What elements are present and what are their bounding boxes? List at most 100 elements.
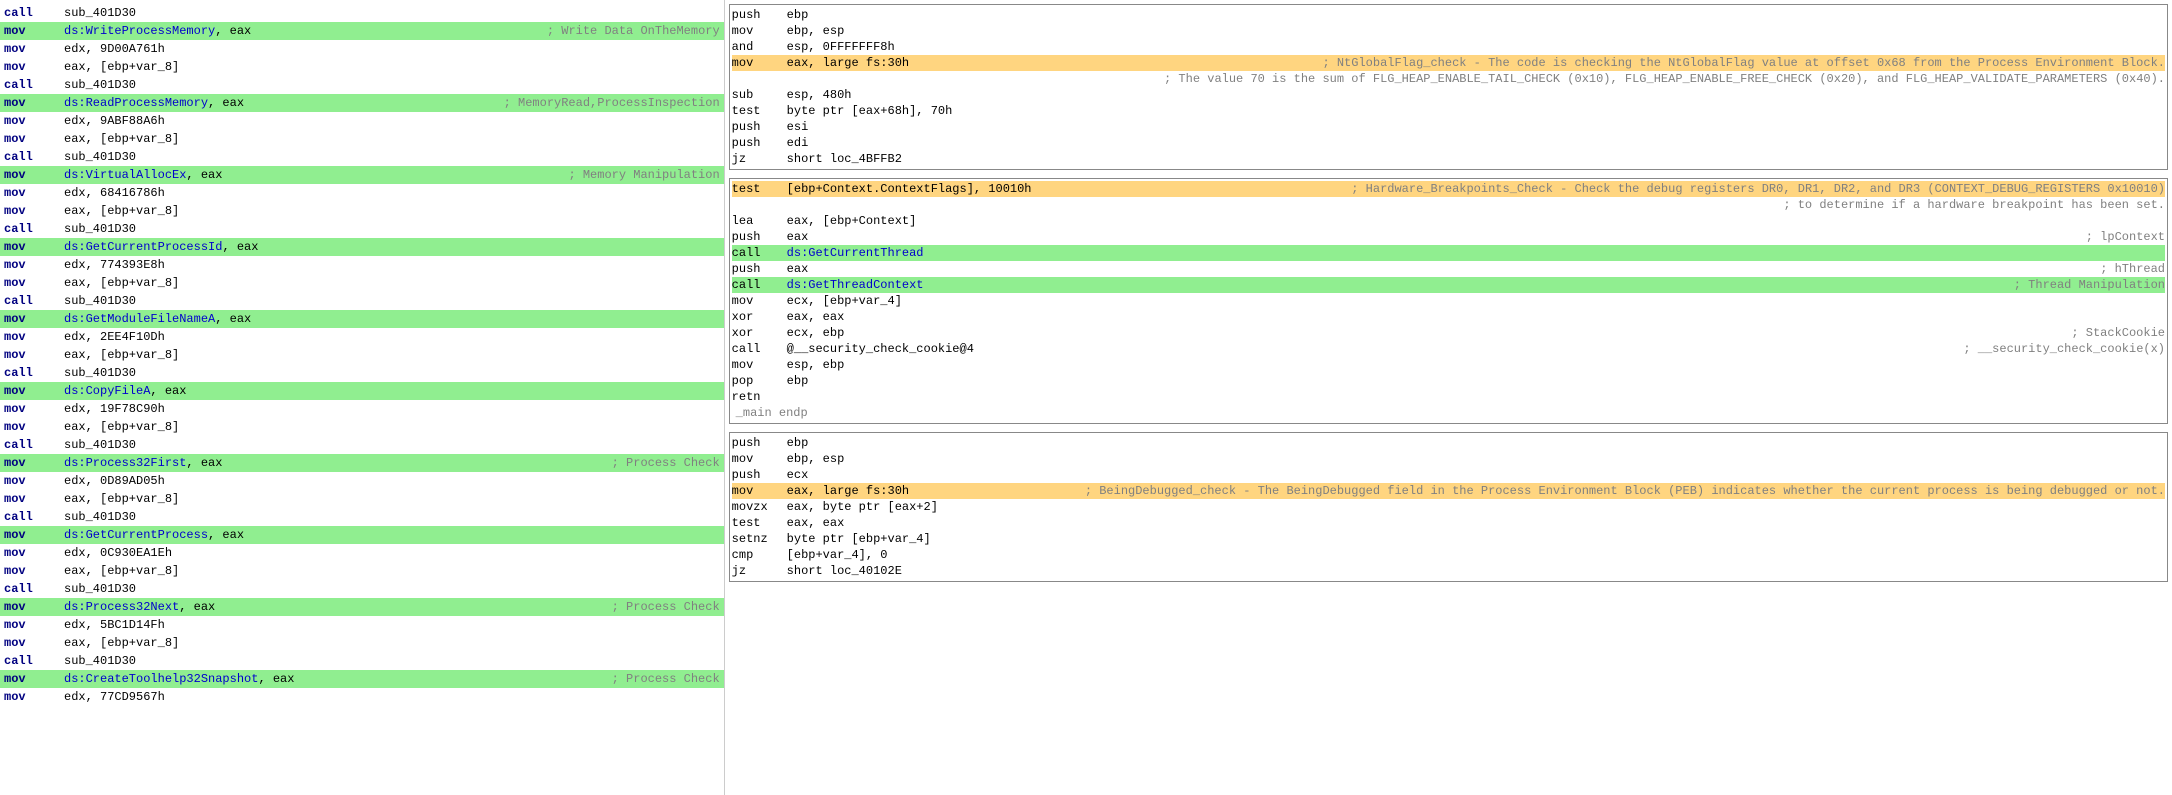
code-line: xorecx, ebp; StackCookie [732, 325, 2165, 341]
code-line: pusheax; lpContext [732, 229, 2165, 245]
top-right-code-lines: pushebpmovebp, espandesp, 0FFFFFFF8hmove… [732, 7, 2165, 167]
operand: eax, [ebp+var_8] [64, 635, 720, 651]
operand: ebp [787, 7, 2165, 23]
code-line: movebp, esp [732, 23, 2165, 39]
operand: esi [787, 119, 2165, 135]
operand: ds:GetCurrentThread [787, 245, 2165, 261]
mnemonic: mov [732, 357, 787, 373]
code-line: movedx, 77CD9567h [0, 688, 724, 706]
code-line: callsub_401D30 [0, 580, 724, 598]
mnemonic: call [4, 365, 64, 381]
code-line: movds:CreateToolhelp32Snapshot, eax; Pro… [0, 670, 724, 688]
operand: sub_401D30 [64, 293, 720, 309]
code-line: movecx, [ebp+var_4] [732, 293, 2165, 309]
mnemonic: mov [732, 483, 787, 499]
code-line: moveax, large fs:30h; NtGlobalFlag_check… [732, 55, 2165, 71]
mnemonic [732, 197, 787, 213]
operand: eax, [ebp+var_8] [64, 203, 720, 219]
mnemonic: cmp [732, 547, 787, 563]
code-line: movedx, 5BC1D14Fh [0, 616, 724, 634]
mnemonic: mov [4, 527, 64, 543]
code-line: call@__security_check_cookie@4; __securi… [732, 341, 2165, 357]
operand: ds:WriteProcessMemory, eax [64, 23, 543, 39]
endp-label: _main endp [732, 405, 808, 421]
code-line: callsub_401D30 [0, 4, 724, 22]
code-line: retn [732, 389, 2165, 405]
mnemonic: mov [732, 55, 787, 71]
operand: eax, byte ptr [eax+2] [787, 499, 2165, 515]
code-line: moveax, [ebp+var_8] [0, 490, 724, 508]
mnemonic: mov [4, 131, 64, 147]
operand: eax, [ebp+var_8] [64, 563, 720, 579]
code-line: leaeax, [ebp+Context] [732, 213, 2165, 229]
mnemonic: push [732, 135, 787, 151]
mnemonic: mov [4, 545, 64, 561]
mnemonic: mov [4, 383, 64, 399]
operand: sub_401D30 [64, 653, 720, 669]
operand: ecx, ebp [787, 325, 2072, 341]
mnemonic: mov [4, 329, 64, 345]
mnemonic: call [4, 149, 64, 165]
mnemonic: mov [4, 167, 64, 183]
comment: ; Write Data OnTheMemory [547, 23, 720, 39]
operand: edx, 774393E8h [64, 257, 720, 273]
mnemonic: call [4, 653, 64, 669]
operand: eax, [ebp+var_8] [64, 59, 720, 75]
code-line: testbyte ptr [eax+68h], 70h [732, 103, 2165, 119]
mnemonic: push [732, 467, 787, 483]
code-line: callds:GetThreadContext; Thread Manipula… [732, 277, 2165, 293]
code-line: popebp [732, 373, 2165, 389]
operand: ecx [787, 467, 2165, 483]
comment: ; MemoryRead,ProcessInspection [504, 95, 720, 111]
code-line: callsub_401D30 [0, 292, 724, 310]
operand: sub_401D30 [64, 437, 720, 453]
mnemonic: mov [4, 203, 64, 219]
comment: ; The value 70 is the sum of FLG_HEAP_EN… [1164, 71, 2165, 87]
operand: short loc_40102E [787, 563, 2165, 579]
operand: eax, eax [787, 515, 2165, 531]
mnemonic: call [4, 221, 64, 237]
operand: edx, 0C930EA1Eh [64, 545, 720, 561]
comment: ; __security_check_cookie(x) [1963, 341, 2165, 357]
code-line: pushecx [732, 467, 2165, 483]
code-line: movedx, 0D89AD05h [0, 472, 724, 490]
mnemonic: mov [4, 617, 64, 633]
code-line: movds:GetCurrentProcess, eax [0, 526, 724, 544]
operand: edx, 2EE4F10Dh [64, 329, 720, 345]
code-line: moveax, [ebp+var_8] [0, 562, 724, 580]
operand: @__security_check_cookie@4 [787, 341, 1964, 357]
mnemonic: mov [4, 95, 64, 111]
code-line: pushebp [732, 7, 2165, 23]
mnemonic: mov [4, 347, 64, 363]
mnemonic: jz [732, 151, 787, 167]
operand: ds:Process32Next, eax [64, 599, 608, 615]
mnemonic: mov [4, 311, 64, 327]
code-line: moveax, [ebp+var_8] [0, 130, 724, 148]
operand: eax [787, 229, 2086, 245]
right-panels: pushebpmovebp, espandesp, 0FFFFFFF8hmove… [725, 0, 2172, 795]
code-line: pushebp [732, 435, 2165, 451]
comment: ; Hardware_Breakpoints_Check - Check the… [1351, 181, 2165, 197]
mnemonic: call [4, 509, 64, 525]
operand: eax, [ebp+var_8] [64, 347, 720, 363]
code-line: callsub_401D30 [0, 652, 724, 670]
code-line: pusheax; hThread [732, 261, 2165, 277]
code-line: moveax, [ebp+var_8] [0, 346, 724, 364]
operand: edx, 9ABF88A6h [64, 113, 720, 129]
code-line: movds:Process32Next, eax; Process Check [0, 598, 724, 616]
code-line: andesp, 0FFFFFFF8h [732, 39, 2165, 55]
operand: [ebp+Context.ContextFlags], 10010h [787, 181, 1352, 197]
code-line: movedx, 774393E8h [0, 256, 724, 274]
mnemonic: mov [4, 113, 64, 129]
code-line: movzxeax, byte ptr [eax+2] [732, 499, 2165, 515]
code-line: moveax, [ebp+var_8] [0, 58, 724, 76]
code-line: movesp, ebp [732, 357, 2165, 373]
mnemonic: push [732, 7, 787, 23]
comment: ; hThread [2100, 261, 2165, 277]
operand: eax [787, 261, 2101, 277]
comment: ; Process Check [612, 599, 720, 615]
bot-right-code-lines: pushebpmovebp, esppushecxmoveax, large f… [732, 435, 2165, 579]
operand: edx, 0D89AD05h [64, 473, 720, 489]
operand: sub_401D30 [64, 5, 720, 21]
operand: esp, 480h [787, 87, 2165, 103]
